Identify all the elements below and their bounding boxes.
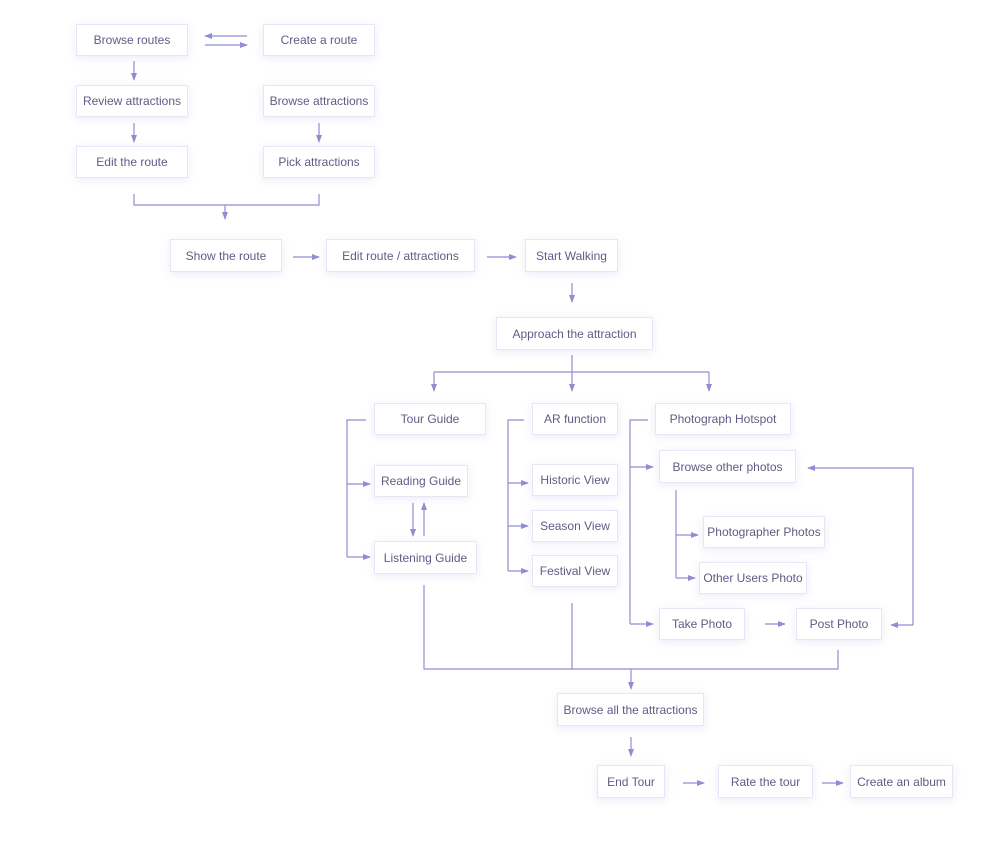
node-take-photo: Take Photo (659, 608, 745, 640)
node-show-route: Show the route (170, 239, 282, 272)
node-browse-attractions: Browse attractions (263, 85, 375, 117)
line-connector (629, 419, 648, 624)
node-historic-view: Historic View (532, 464, 618, 496)
node-other-users-photo: Other Users Photo (699, 562, 807, 594)
node-listening-guide: Listening Guide (374, 541, 477, 574)
line-connector (507, 419, 524, 571)
node-create-route: Create a route (263, 24, 375, 56)
node-end-tour: End Tour (597, 765, 665, 798)
node-post-photo: Post Photo (796, 608, 882, 640)
node-browse-other-photos: Browse other photos (659, 450, 796, 483)
node-start-walking: Start Walking (525, 239, 618, 272)
node-tour-guide: Tour Guide (374, 403, 486, 435)
node-season-view: Season View (532, 510, 618, 542)
node-browse-routes: Browse routes (76, 24, 188, 56)
node-photographer-photos: Photographer Photos (703, 516, 825, 548)
node-photograph-hotspot: Photograph Hotspot (655, 403, 791, 435)
line-connector (346, 419, 366, 557)
node-pick-attractions: Pick attractions (263, 146, 375, 178)
node-review-attractions: Review attractions (76, 85, 188, 117)
node-edit-route: Edit the route (76, 146, 188, 178)
node-festival-view: Festival View (532, 555, 618, 587)
line-connector (423, 585, 839, 670)
node-rate-tour: Rate the tour (718, 765, 813, 798)
node-create-album: Create an album (850, 765, 953, 798)
node-ar-function: AR function (532, 403, 618, 435)
node-edit-route-attractions: Edit route / attractions (326, 239, 475, 272)
line-connector (133, 194, 320, 206)
node-reading-guide: Reading Guide (374, 465, 468, 497)
connectors (131, 33, 914, 786)
node-browse-all-attractions: Browse all the attractions (557, 693, 704, 726)
node-approach-attraction: Approach the attraction (496, 317, 653, 350)
